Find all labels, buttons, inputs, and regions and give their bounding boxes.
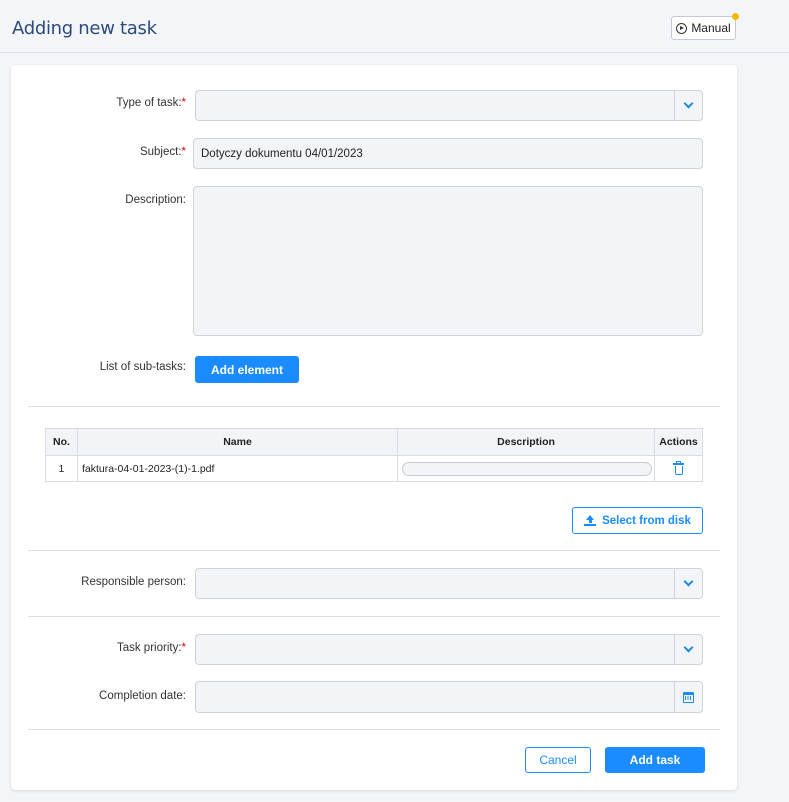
- select-from-disk-button[interactable]: Select from disk: [572, 507, 703, 534]
- description-textarea[interactable]: [193, 186, 703, 336]
- divider: [28, 550, 720, 551]
- chevron-down-icon: [683, 642, 694, 653]
- add-element-button[interactable]: Add element: [195, 356, 299, 383]
- calendar-button[interactable]: [674, 682, 702, 712]
- cancel-button[interactable]: Cancel: [525, 747, 591, 773]
- play-circle-icon: [676, 22, 688, 34]
- description-label: Description:: [125, 194, 186, 206]
- task-priority-dropdown-button[interactable]: [674, 635, 702, 664]
- responsible-person-select[interactable]: [195, 568, 703, 599]
- table-header-row: No. Name Description Actions: [45, 428, 703, 456]
- row-description-input[interactable]: [402, 461, 653, 476]
- subject-input[interactable]: Dotyczy dokumentu 04/01/2023: [193, 138, 703, 169]
- column-header-name: Name: [76, 428, 399, 456]
- subject-value: Dotyczy dokumentu 04/01/2023: [201, 148, 363, 160]
- completion-date-label: Completion date:: [99, 690, 186, 702]
- notification-dot: [732, 13, 739, 20]
- subtasks-label: List of sub-tasks:: [99, 361, 186, 373]
- responsible-person-label: Responsible person:: [81, 576, 186, 588]
- select-from-disk-label: Select from disk: [602, 514, 691, 527]
- subject-label: Subject:*: [139, 146, 186, 158]
- file-name: faktura-04-01-2023-(1)-1.pdf: [76, 455, 399, 482]
- attachments-table: No. Name Description Actions 1 faktura-0…: [45, 428, 703, 482]
- divider: [28, 616, 720, 617]
- column-header-actions: Actions: [654, 428, 703, 456]
- responsible-person-dropdown-button[interactable]: [674, 569, 702, 598]
- calendar-icon: [683, 691, 694, 703]
- manual-button[interactable]: Manual: [671, 16, 736, 40]
- type-of-task-select[interactable]: [195, 90, 703, 121]
- type-of-task-label: Type of task:*: [116, 97, 186, 109]
- divider: [28, 406, 720, 407]
- chevron-down-icon: [683, 576, 694, 587]
- upload-icon: [584, 514, 597, 527]
- type-of-task-dropdown-button[interactable]: [674, 91, 702, 120]
- task-priority-label: Task priority:*: [116, 642, 186, 654]
- row-number: 1: [45, 455, 78, 482]
- divider: [28, 729, 720, 730]
- column-header-no: No.: [45, 428, 78, 456]
- page-header: Adding new task Manual: [0, 0, 789, 53]
- manual-label: Manual: [691, 21, 731, 35]
- table-row: 1 faktura-04-01-2023-(1)-1.pdf: [45, 455, 703, 482]
- column-header-description: Description: [397, 428, 656, 456]
- row-actions-cell: [654, 455, 703, 482]
- task-priority-select[interactable]: [195, 634, 703, 665]
- add-task-button[interactable]: Add task: [605, 747, 705, 773]
- trash-icon[interactable]: [673, 461, 684, 475]
- completion-date-input[interactable]: [195, 681, 703, 713]
- page-title: Adding new task: [12, 18, 157, 39]
- row-description-cell: [397, 455, 656, 482]
- chevron-down-icon: [683, 98, 694, 109]
